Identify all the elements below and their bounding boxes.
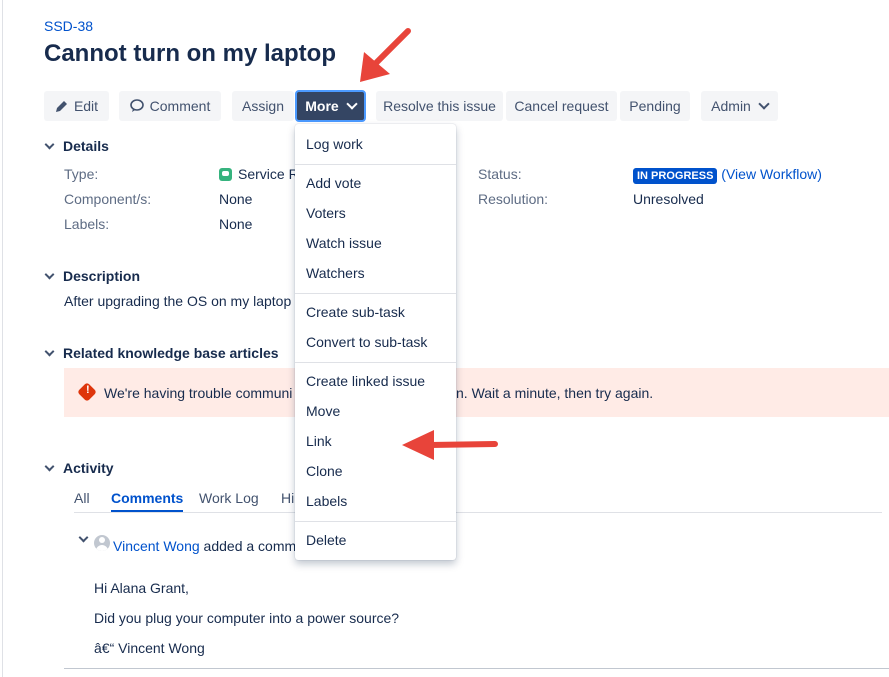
chevron-down-icon	[758, 98, 770, 110]
annotation-arrow-link	[402, 430, 498, 460]
assign-label: Assign	[241, 98, 285, 114]
activity-heading: Activity	[63, 460, 114, 476]
kb-toggle[interactable]: Related knowledge base articles	[44, 345, 279, 361]
admin-label: Admin	[711, 98, 751, 114]
tabs-divider	[74, 512, 882, 513]
pending-button[interactable]: Pending	[620, 91, 690, 121]
details-toggle[interactable]: Details	[44, 138, 109, 154]
service-request-icon	[219, 168, 232, 181]
avatar-icon	[94, 535, 110, 551]
details-heading: Details	[63, 138, 109, 154]
status-badge: IN PROGRESS	[633, 168, 718, 184]
menu-item-log-work[interactable]: Log work	[306, 136, 363, 152]
comment-divider	[64, 668, 889, 669]
more-label: More	[305, 98, 339, 114]
comment-action: added a comm	[203, 538, 297, 554]
chevron-down-icon	[44, 461, 55, 471]
menu-separator	[295, 521, 456, 522]
menu-item-watch-issue[interactable]: Watch issue	[306, 235, 382, 251]
chevron-down-icon	[78, 532, 89, 543]
comment-author-link[interactable]: Vincent Wong	[113, 538, 200, 554]
assign-button[interactable]: Assign	[232, 91, 294, 121]
menu-item-create-linked-issue[interactable]: Create linked issue	[306, 373, 425, 389]
comment-bubble-icon	[129, 99, 144, 112]
menu-item-link[interactable]: Link	[306, 433, 332, 449]
error-icon-mark: !	[86, 384, 90, 396]
menu-item-voters[interactable]: Voters	[306, 205, 346, 221]
resolve-issue-button[interactable]: Resolve this issue	[376, 91, 503, 121]
tab-work-log[interactable]: Work Log	[199, 490, 259, 506]
labels-label: Labels:	[64, 216, 110, 232]
menu-item-watchers[interactable]: Watchers	[306, 265, 365, 281]
menu-separator	[295, 293, 456, 294]
menu-item-add-vote[interactable]: Add vote	[306, 175, 361, 191]
kb-heading: Related knowledge base articles	[63, 345, 279, 361]
menu-separator	[295, 164, 456, 165]
components-value: None	[219, 191, 253, 207]
resolve-label: Resolve this issue	[383, 98, 496, 114]
status-label: Status:	[478, 166, 522, 182]
chevron-down-icon	[44, 346, 55, 356]
activity-toggle[interactable]: Activity	[44, 460, 114, 476]
type-value: Service Re	[219, 166, 306, 182]
labels-value: None	[219, 216, 253, 232]
type-label: Type:	[64, 166, 99, 182]
more-button[interactable]: More	[295, 90, 366, 122]
comment-line-2: Did you plug your computer into a power …	[94, 610, 400, 626]
menu-item-convert-to-sub-task[interactable]: Convert to sub-task	[306, 334, 427, 350]
menu-item-create-sub-task[interactable]: Create sub-task	[306, 304, 405, 320]
edit-button[interactable]: Edit	[44, 91, 109, 121]
menu-item-move[interactable]: Move	[306, 403, 340, 419]
chevron-down-icon	[44, 139, 55, 149]
tab-history[interactable]: Hi	[281, 490, 294, 506]
description-heading: Description	[63, 268, 141, 284]
page-border	[2, 0, 3, 677]
edit-label: Edit	[73, 98, 99, 114]
resolution-label: Resolution:	[478, 191, 549, 207]
view-workflow-link[interactable]: (View Workflow)	[721, 166, 822, 182]
kb-error-text-end: n. Wait a minute, then try again.	[456, 385, 654, 401]
comment-line-3: â€“ Vincent Wong	[94, 640, 205, 656]
chevron-down-icon	[44, 269, 55, 279]
components-label: Component/s:	[64, 191, 152, 207]
admin-button[interactable]: Admin	[701, 91, 778, 121]
issue-title: Cannot turn on my laptop	[44, 40, 336, 67]
cancel-label: Cancel request	[514, 98, 609, 114]
comment-label: Comment	[149, 98, 211, 114]
description-text: After upgrading the OS on my laptop	[64, 293, 292, 309]
comment-header: Vincent Wong added a comm	[113, 538, 296, 554]
pending-label: Pending	[629, 98, 681, 114]
tab-all[interactable]: All	[74, 490, 90, 506]
comment-collapse-toggle[interactable]	[78, 532, 89, 543]
kb-error-text-start: We're having trouble communi	[104, 385, 293, 401]
more-dropdown-menu: Log work Add vote Voters Watch issue Wat…	[295, 124, 456, 560]
comment-line-1: Hi Alana Grant,	[94, 580, 189, 596]
issue-key-link[interactable]: SSD-38	[44, 18, 93, 34]
cancel-request-button[interactable]: Cancel request	[506, 91, 617, 121]
menu-item-labels[interactable]: Labels	[306, 493, 347, 509]
chevron-down-icon	[346, 98, 358, 110]
comment-button[interactable]: Comment	[119, 91, 221, 121]
resolution-value: Unresolved	[633, 191, 704, 207]
description-toggle[interactable]: Description	[44, 268, 140, 284]
pencil-icon	[55, 100, 67, 112]
tab-comments[interactable]: Comments	[111, 490, 184, 512]
annotation-arrow-more	[360, 28, 411, 82]
status-value: IN PROGRESS (View Workflow)	[633, 166, 822, 184]
menu-item-clone[interactable]: Clone	[306, 463, 343, 479]
menu-item-delete[interactable]: Delete	[306, 532, 346, 548]
menu-separator	[295, 362, 456, 363]
